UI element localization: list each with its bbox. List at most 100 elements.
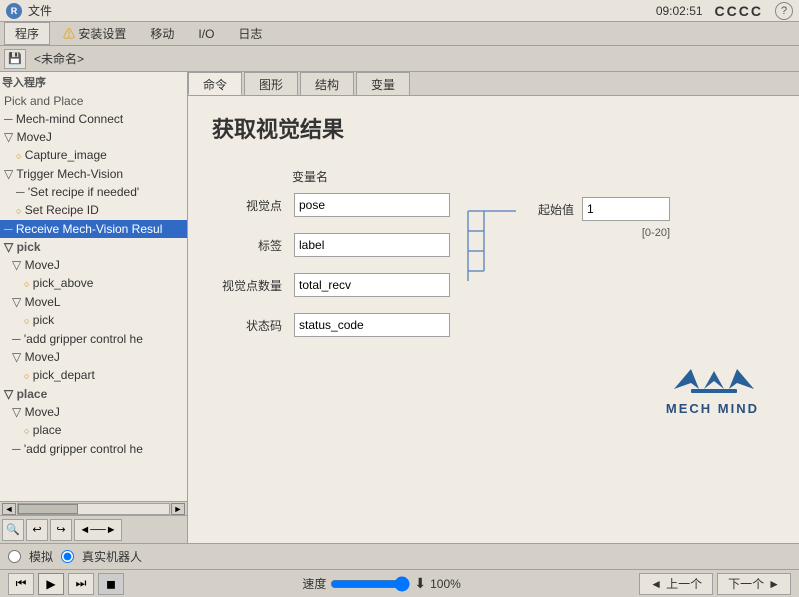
scrollbar-thumb[interactable] [18, 504, 78, 514]
tree-mech-connect[interactable]: ─ Mech-mind Connect [0, 110, 187, 128]
start-value-area: 起始值 [0-20] [538, 197, 670, 239]
skip-back-button[interactable]: ⏮ [8, 573, 34, 595]
tree-gripper-2[interactable]: ─ 'add gripper control he [0, 440, 187, 458]
bottom-bar: 模拟 真实机器人 [0, 543, 799, 569]
field-label-pose: 视觉点 [212, 197, 282, 214]
field-input-label[interactable] [294, 233, 450, 257]
field-input-total-recv[interactable] [294, 273, 450, 297]
nav-prev-button[interactable]: ◄──► [74, 519, 122, 541]
search-button[interactable]: 🔍 [2, 519, 24, 541]
redo-button[interactable]: ↪ [50, 519, 72, 541]
tab-command[interactable]: 命令 [188, 72, 242, 95]
tree-receive-vision[interactable]: ─ Receive Mech-Vision Resul [0, 220, 187, 238]
tree-place-node[interactable]: ○ place [0, 421, 187, 440]
content-area: 获取视觉结果 变量名 视觉点 标签 视觉点数量 [188, 96, 799, 543]
real-robot-radio[interactable] [61, 550, 74, 563]
field-label-label: 标签 [212, 237, 282, 254]
prev-icon: ◄ [650, 577, 662, 591]
next-icon: ► [768, 577, 780, 591]
title-right: 09:02:51 CCCC ? [656, 2, 793, 20]
tree-pick[interactable]: ▽ pick [0, 238, 187, 256]
title-left: R 文件 [6, 2, 52, 19]
range-label-area: [0-20] [538, 225, 670, 239]
field-input-pose[interactable] [294, 193, 450, 217]
simulate-radio[interactable] [8, 550, 21, 563]
field-label-total-recv: 视觉点数量 [212, 277, 282, 294]
h-scrollbar[interactable]: ◄ ► [0, 501, 187, 515]
left-toolbar: 🔍 ↩ ↪ ◄──► [0, 515, 187, 543]
playback-controls: ⏮ ▶ ⏭ ◼ [8, 573, 124, 595]
start-value-input[interactable] [582, 197, 670, 221]
field-input-status-code[interactable] [294, 313, 450, 337]
simulate-label: 模拟 [29, 548, 53, 565]
var-label: 变量名 [292, 170, 328, 184]
logo-svg [669, 361, 759, 401]
scroll-right-btn[interactable]: ► [171, 503, 185, 515]
range-label: [0-20] [642, 227, 670, 239]
menu-install[interactable]: ⚠ ⚠ 安装设置 安装设置 [52, 22, 137, 45]
nav-buttons: ◄ 上一个 下一个 ► [639, 573, 791, 595]
start-value-row: 起始值 [538, 197, 670, 221]
scroll-left-btn[interactable]: ◄ [2, 503, 16, 515]
menu-move[interactable]: 移动 [139, 22, 185, 45]
next-label: 下一个 [728, 575, 764, 592]
start-value-label: 起始值 [538, 201, 574, 218]
undo-button[interactable]: ↩ [26, 519, 48, 541]
logo-area: MECH MIND [212, 361, 775, 416]
tree-place-section[interactable]: ▽ place [0, 385, 187, 403]
form-row-pose: 视觉点 [212, 193, 450, 217]
tree-view: 导入程序 Pick and Place ─ Mech-mind Connect … [0, 72, 187, 501]
logo-text: MECH MIND [666, 401, 759, 416]
speed-area: 速度 ⬇ 100% [302, 575, 460, 592]
variable-section-label: 变量名 [292, 168, 775, 185]
tree-movej-place[interactable]: ▽ MoveJ [0, 403, 187, 421]
form-and-connector: 视觉点 标签 视觉点数量 状态码 [212, 193, 775, 337]
tree-pick-depart[interactable]: ○ pick_depart [0, 366, 187, 385]
connection-id: CCCC [715, 3, 763, 19]
app-logo: R [6, 3, 22, 19]
tree-pick-node[interactable]: ○ pick [0, 311, 187, 330]
play-button[interactable]: ▶ [38, 573, 64, 595]
skip-forward-button[interactable]: ⏭ [68, 573, 94, 595]
menu-io[interactable]: I/O [187, 24, 225, 44]
tab-bar: 命令 图形 结构 变量 [188, 72, 799, 96]
speed-slider[interactable] [330, 576, 410, 592]
tree-capture[interactable]: ○ Capture_image [0, 146, 187, 165]
field-label-status-code: 状态码 [212, 317, 282, 334]
tree-pick-above[interactable]: ○ pick_above [0, 274, 187, 293]
tree-set-recipe-if[interactable]: ─ 'Set recipe if needed' [0, 183, 187, 201]
app-title: 文件 [28, 2, 52, 19]
save-button[interactable]: 💾 [4, 49, 26, 69]
menu-program[interactable]: 程序 [4, 22, 50, 45]
prev-button[interactable]: ◄ 上一个 [639, 573, 713, 595]
stop-button[interactable]: ◼ [98, 573, 124, 595]
mechmind-logo: MECH MIND [666, 361, 759, 416]
help-button[interactable]: ? [775, 2, 793, 20]
tree-movej-3[interactable]: ▽ MoveJ [0, 348, 187, 366]
tree-set-recipe-id[interactable]: ○ Set Recipe ID [0, 201, 187, 220]
title-bar: R 文件 09:02:51 CCCC ? [0, 0, 799, 22]
next-button[interactable]: 下一个 ► [717, 573, 791, 595]
tree-movej-2[interactable]: ▽ MoveJ [0, 256, 187, 274]
tab-graph[interactable]: 图形 [244, 72, 298, 95]
speed-label: 速度 [302, 575, 326, 592]
connector-area [466, 201, 526, 294]
form-section: 视觉点 标签 视觉点数量 状态码 [212, 193, 450, 337]
menu-log[interactable]: 日志 [227, 22, 273, 45]
form-row-label: 标签 [212, 233, 450, 257]
tree-movej-1[interactable]: ▽ MoveJ [0, 128, 187, 146]
scrollbar-track [17, 503, 170, 515]
speed-icon: ⬇ [414, 575, 426, 592]
tab-variable[interactable]: 变量 [356, 72, 410, 95]
tree-trigger[interactable]: ▽ Trigger Mech-Vision [0, 165, 187, 183]
prev-label: 上一个 [666, 575, 702, 592]
right-panel: 命令 图形 结构 变量 获取视觉结果 变量名 视觉点 标签 [188, 72, 799, 543]
file-name: <未命名> [30, 50, 88, 67]
tree-subtitle: Pick and Place [0, 92, 187, 110]
warn-icon: ⚠ [63, 27, 75, 41]
tree-gripper-1[interactable]: ─ 'add gripper control he [0, 330, 187, 348]
tab-structure[interactable]: 结构 [300, 72, 354, 95]
left-panel: 导入程序 Pick and Place ─ Mech-mind Connect … [0, 72, 188, 543]
tree-movel[interactable]: ▽ MoveL [0, 293, 187, 311]
form-row-status-code: 状态码 [212, 313, 450, 337]
